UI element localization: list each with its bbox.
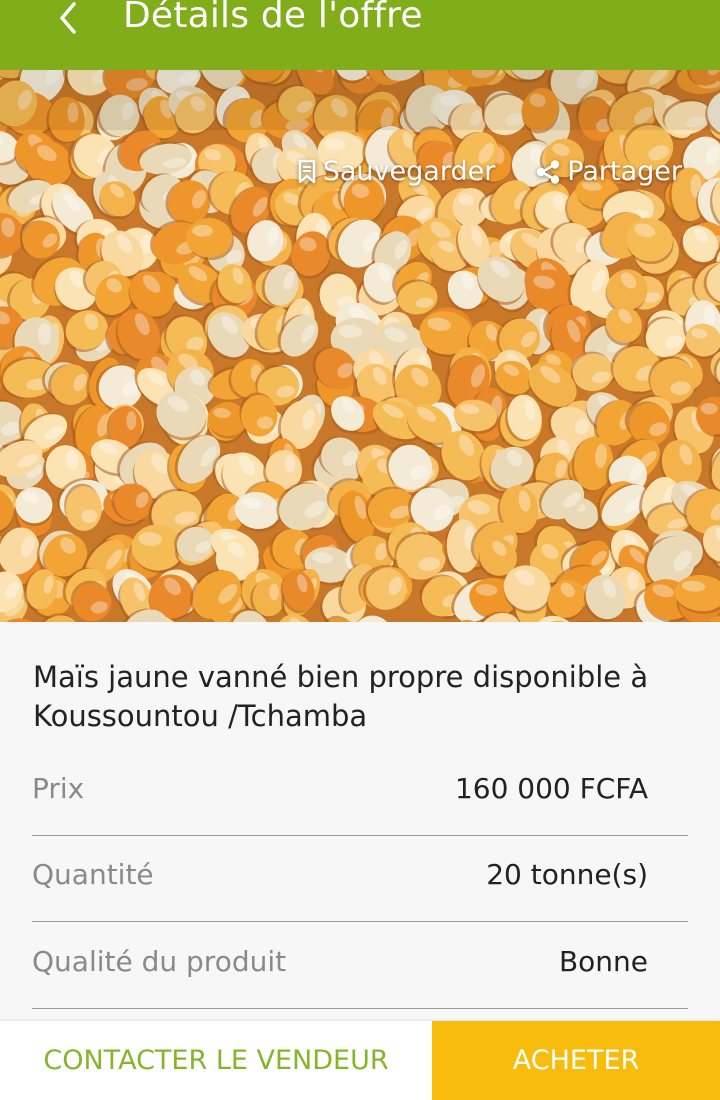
share-label: Partager	[567, 156, 682, 187]
detail-row-quantity: Quantité 20 tonne(s)	[32, 836, 688, 922]
chevron-left-icon	[60, 2, 76, 34]
offer-details-screen: Détails de l'offre Sauvegarder Partager …	[0, 0, 720, 1100]
save-button[interactable]: Sauvegarder	[297, 156, 496, 187]
save-label: Sauvegarder	[322, 156, 496, 187]
corn-kernels-image	[0, 70, 720, 622]
product-image: Sauvegarder Partager	[0, 70, 720, 622]
page-title: Détails de l'offre	[123, 0, 423, 36]
detail-row-quality: Qualité du produit Bonne	[32, 923, 688, 1009]
quality-value: Bonne	[558, 945, 648, 978]
back-button[interactable]	[48, 0, 88, 36]
offer-title: Maïs jaune vanné bien propre disponible …	[33, 660, 649, 733]
quality-label: Qualité du produit	[32, 945, 287, 978]
quantity-value: 20 tonne(s)	[486, 858, 648, 891]
share-icon	[537, 159, 560, 184]
action-bar: CONTACTER LE VENDEUR ACHETER	[0, 1021, 720, 1100]
price-label: Prix	[32, 772, 85, 805]
detail-row-price: Prix 160 000 FCFA	[32, 750, 688, 836]
bookmark-icon	[298, 159, 315, 183]
price-value: 160 000 FCFA	[454, 772, 648, 805]
quantity-label: Quantité	[32, 858, 154, 891]
app-header: Détails de l'offre	[0, 0, 720, 70]
buy-button[interactable]: ACHETER	[432, 1021, 720, 1100]
contact-seller-button[interactable]: CONTACTER LE VENDEUR	[0, 1021, 432, 1100]
offer-content: Maïs jaune vanné bien propre disponible …	[0, 622, 720, 1022]
share-button[interactable]: Partager	[535, 156, 682, 187]
hero-actions: Sauvegarder Partager	[297, 156, 682, 187]
